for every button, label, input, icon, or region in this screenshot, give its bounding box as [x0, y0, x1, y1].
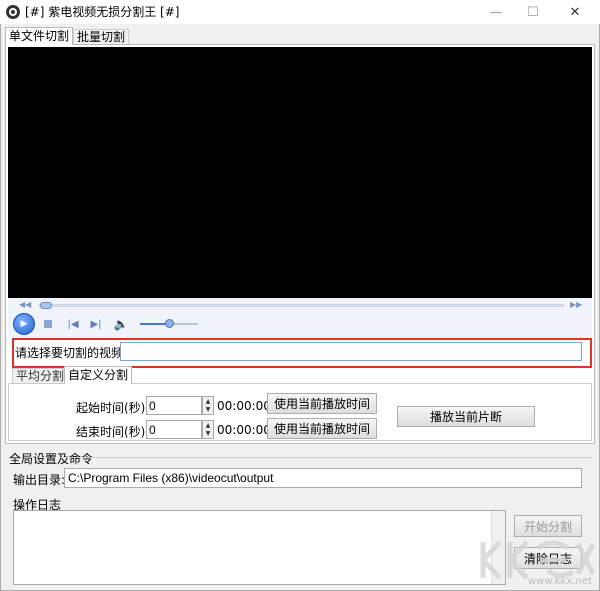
- play-button[interactable]: ▶: [13, 313, 35, 335]
- divider: [60, 457, 592, 458]
- global-settings-title: 全局设置及命令: [9, 452, 94, 466]
- select-video-input[interactable]: [120, 342, 582, 361]
- log-textarea[interactable]: [13, 510, 506, 585]
- video-display[interactable]: [8, 47, 592, 298]
- end-time-spinner[interactable]: ▲ ▼: [202, 420, 214, 439]
- seek-thumb[interactable]: [40, 302, 53, 309]
- end-time-label: 结束时间(秒):: [76, 425, 150, 439]
- play-segment-button[interactable]: 播放当前片断: [397, 406, 535, 427]
- stop-icon[interactable]: [41, 317, 55, 331]
- window-title: [#] 紫电视频无损分割王 [#]: [25, 5, 180, 19]
- maximize-button[interactable]: ☐: [518, 0, 548, 24]
- seek-forward-icon[interactable]: ▶▶: [570, 300, 582, 309]
- next-icon[interactable]: ▶|: [89, 317, 103, 331]
- output-dir-label: 输出目录:: [13, 473, 66, 487]
- use-current-time-start-button[interactable]: 使用当前播放时间: [267, 393, 377, 414]
- tab-custom-split[interactable]: 自定义分割: [64, 366, 133, 384]
- seek-back-icon[interactable]: ◀◀: [19, 300, 31, 309]
- output-dir-input[interactable]: [64, 468, 582, 488]
- watermark-url: www.kkx.net: [528, 576, 592, 587]
- prev-icon[interactable]: |◀: [66, 317, 80, 331]
- start-time-spinner[interactable]: ▲ ▼: [202, 396, 214, 415]
- start-time-display: 00:00:00: [217, 399, 271, 413]
- select-video-label: 请选择要切割的视频:: [15, 346, 128, 360]
- tab-single-file[interactable]: 单文件切割: [5, 27, 74, 45]
- volume-icon[interactable]: 🔈: [114, 317, 129, 331]
- play-icon: ▶: [20, 319, 28, 329]
- app-logo-icon: [6, 5, 20, 19]
- minimize-icon: —: [489, 4, 503, 20]
- minimize-button[interactable]: —: [481, 0, 511, 24]
- tab-average-split[interactable]: 平均分割: [12, 368, 69, 383]
- maximize-icon: ☐: [527, 4, 539, 20]
- start-time-input[interactable]: [146, 396, 202, 415]
- close-button[interactable]: ✕: [560, 0, 590, 24]
- end-time-display: 00:00:00: [217, 423, 271, 437]
- seek-bar[interactable]: [39, 304, 564, 307]
- start-time-label: 起始时间(秒):: [76, 401, 150, 415]
- volume-thumb[interactable]: [165, 319, 174, 328]
- end-time-input[interactable]: [146, 420, 202, 439]
- tab-batch[interactable]: 批量切割: [73, 29, 130, 44]
- close-icon: ✕: [569, 4, 581, 20]
- use-current-time-end-button[interactable]: 使用当前播放时间: [267, 418, 377, 439]
